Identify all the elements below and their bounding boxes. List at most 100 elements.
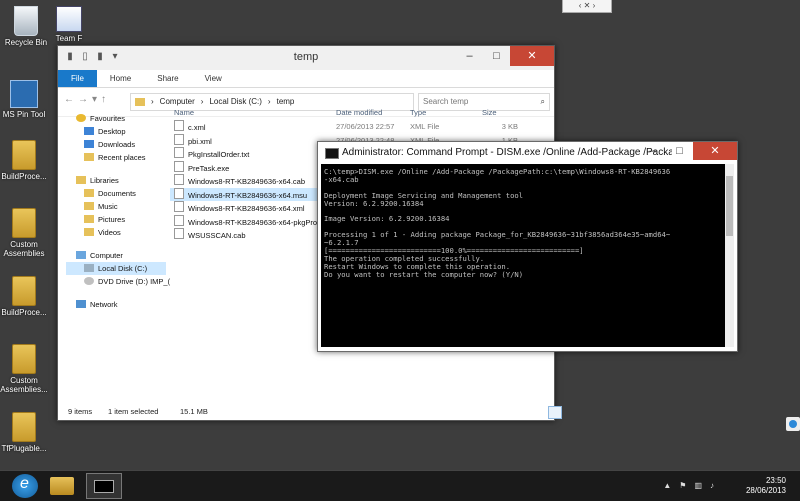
scrollbar[interactable] bbox=[725, 164, 734, 347]
nav-label: Network bbox=[90, 300, 118, 309]
nav-desktop[interactable]: Desktop bbox=[66, 125, 166, 138]
desktop-icon-buildprocess-2[interactable]: BuildProce... bbox=[0, 276, 48, 317]
column-header-date[interactable]: Date modified bbox=[336, 106, 410, 120]
column-header-size[interactable]: Size bbox=[482, 106, 530, 120]
documents-icon bbox=[84, 189, 94, 197]
cmd-titlebar[interactable]: Administrator: Command Prompt - DISM.exe… bbox=[318, 142, 737, 164]
folder-icon bbox=[12, 412, 36, 442]
folder-icon bbox=[12, 208, 36, 238]
desktop-icon-label: Custom Assemblies bbox=[3, 240, 45, 258]
nav-label: Music bbox=[98, 202, 118, 211]
minimize-button[interactable]: – bbox=[456, 46, 483, 66]
column-header-type[interactable]: Type bbox=[410, 106, 482, 120]
file-name: Windows8-RT-KB2849636-x64.cab bbox=[170, 174, 336, 188]
maximize-button[interactable]: □ bbox=[483, 46, 510, 66]
nav-libraries[interactable]: Libraries bbox=[66, 174, 166, 187]
folder-icon bbox=[135, 98, 145, 106]
tab-share[interactable]: Share bbox=[144, 70, 191, 87]
file-name: Windows8-RT-KB2849636-x64.xml bbox=[170, 201, 336, 215]
chevron-up-icon[interactable]: ▲ bbox=[663, 481, 671, 490]
desktop-icon-label: Recycle Bin bbox=[4, 38, 48, 47]
notification-badge[interactable] bbox=[786, 417, 800, 431]
file-size-text: 3 KB bbox=[501, 122, 518, 131]
maximize-button[interactable]: □ bbox=[666, 142, 693, 160]
file-name: Windows8-RT-KB2849636-x64.msu bbox=[170, 187, 336, 202]
large-icons-view-icon[interactable] bbox=[548, 406, 562, 419]
file-icon bbox=[174, 147, 184, 158]
nav-label: Favourites bbox=[90, 114, 126, 123]
file-name-text: WSUSSCAN.cab bbox=[188, 231, 246, 240]
file-name: PkgInstallOrder.txt bbox=[170, 147, 336, 161]
nav-recent-places[interactable]: Recent places bbox=[66, 151, 166, 164]
file-name: PreTask.exe bbox=[170, 160, 336, 175]
nav-label: Computer bbox=[90, 251, 123, 260]
column-header-name[interactable]: Name bbox=[170, 106, 336, 120]
taskbar: e ▲ ⚑ ▥ ♪ 23:50 28/06/2013 bbox=[0, 470, 800, 501]
chevron-down-icon[interactable]: ▾ bbox=[92, 94, 97, 105]
file-name-text: Windows8-RT-KB2849636-x64.msu bbox=[188, 190, 308, 200]
explorer-titlebar[interactable]: ▮ ▯ ▮ ▾ temp – □ ✕ bbox=[58, 46, 554, 70]
internet-explorer-icon: e bbox=[20, 475, 29, 492]
desktop-icon-recycle-bin[interactable]: Recycle Bin bbox=[2, 6, 50, 47]
close-button[interactable]: ✕ bbox=[693, 142, 737, 160]
command-prompt-icon bbox=[94, 480, 114, 493]
ribbon-tabs: File Home Share View bbox=[58, 70, 554, 88]
computer-icon bbox=[76, 251, 86, 259]
nav-downloads[interactable]: Downloads bbox=[66, 138, 166, 151]
status-item-count: 9 items bbox=[68, 407, 93, 416]
status-size: 15.1 MB bbox=[180, 407, 208, 416]
close-button[interactable]: ✕ bbox=[510, 46, 554, 66]
nav-music[interactable]: Music bbox=[66, 200, 166, 213]
flag-icon[interactable]: ⚑ bbox=[679, 481, 686, 490]
file-date: 27/06/2013 22:57 bbox=[336, 120, 410, 134]
file-size: 3 KB bbox=[482, 120, 530, 134]
network-icon bbox=[76, 300, 86, 308]
downloads-icon bbox=[84, 140, 94, 148]
nav-documents[interactable]: Documents bbox=[66, 187, 166, 200]
desktop-icon-team[interactable]: Team F bbox=[45, 6, 93, 43]
command-prompt-taskbar-button[interactable] bbox=[86, 473, 122, 499]
tab-file[interactable]: File bbox=[58, 70, 97, 87]
clock[interactable]: 23:50 28/06/2013 bbox=[726, 476, 786, 496]
tab-view[interactable]: View bbox=[192, 70, 235, 87]
nav-favourites[interactable]: Favourites bbox=[66, 112, 166, 125]
internet-explorer-button[interactable]: e bbox=[12, 474, 38, 498]
file-name-text: c.xml bbox=[188, 123, 206, 132]
navigation-pane: Favourites Desktop Downloads Recent plac… bbox=[66, 112, 170, 311]
back-arrow-icon[interactable]: ← bbox=[64, 94, 74, 105]
nav-videos[interactable]: Videos bbox=[66, 226, 166, 239]
nav-label: DVD Drive (D:) IMP_( bbox=[98, 277, 171, 286]
file-name-text: Windows8-RT-KB2849636-x64.xml bbox=[188, 204, 305, 213]
desktop-icon-ms-pin-tool[interactable]: MS Pin Tool bbox=[0, 80, 48, 119]
tray-icons: ▲ ⚑ ▥ ♪ bbox=[663, 481, 714, 490]
forward-arrow-icon[interactable]: → bbox=[78, 94, 88, 105]
up-arrow-icon[interactable]: ↑ bbox=[101, 94, 106, 105]
desktop-icon-custom-assemblies-1[interactable]: Custom Assemblies bbox=[0, 208, 48, 258]
tab-home[interactable]: Home bbox=[97, 70, 144, 87]
minimize-button[interactable]: – bbox=[639, 142, 666, 160]
file-icon bbox=[174, 228, 184, 239]
scrollbar-thumb[interactable] bbox=[726, 176, 733, 236]
desktop-icon-buildprocess-1[interactable]: BuildProce... bbox=[0, 140, 48, 181]
nav-dvd-drive[interactable]: DVD Drive (D:) IMP_( bbox=[66, 275, 170, 288]
badge-icon bbox=[789, 420, 797, 428]
drive-icon bbox=[84, 264, 94, 272]
volume-icon[interactable]: ♪ bbox=[710, 481, 714, 490]
nav-network[interactable]: Network bbox=[66, 298, 166, 311]
network-icon[interactable]: ▥ bbox=[694, 481, 702, 490]
nav-computer[interactable]: Computer bbox=[66, 249, 166, 262]
file-row[interactable]: c.xml 27/06/2013 22:57 XML File 3 KB bbox=[170, 120, 550, 134]
nav-local-disk[interactable]: Local Disk (C:) bbox=[66, 262, 166, 275]
file-name: pbi.xml bbox=[170, 133, 336, 148]
file-date-text: 27/06/2013 22:57 bbox=[336, 122, 395, 131]
nav-pictures[interactable]: Pictures bbox=[66, 213, 166, 226]
command-prompt-window: Administrator: Command Prompt - DISM.exe… bbox=[317, 141, 738, 352]
desktop-icon-label: Team F bbox=[55, 34, 83, 43]
command-prompt-icon bbox=[325, 148, 339, 159]
desktop-icon-custom-assemblies-2[interactable]: Custom Assemblies... bbox=[0, 344, 48, 394]
top-dock-handle[interactable]: ‹ ✕ › bbox=[562, 0, 612, 13]
console-output[interactable]: C:\temp>DISM.exe /Online /Add-Package /P… bbox=[321, 164, 725, 347]
desktop-icon-tfplugable[interactable]: TfPlugable... bbox=[0, 412, 48, 453]
file-explorer-button[interactable] bbox=[50, 477, 74, 495]
window-controls: – □ ✕ bbox=[639, 142, 737, 160]
